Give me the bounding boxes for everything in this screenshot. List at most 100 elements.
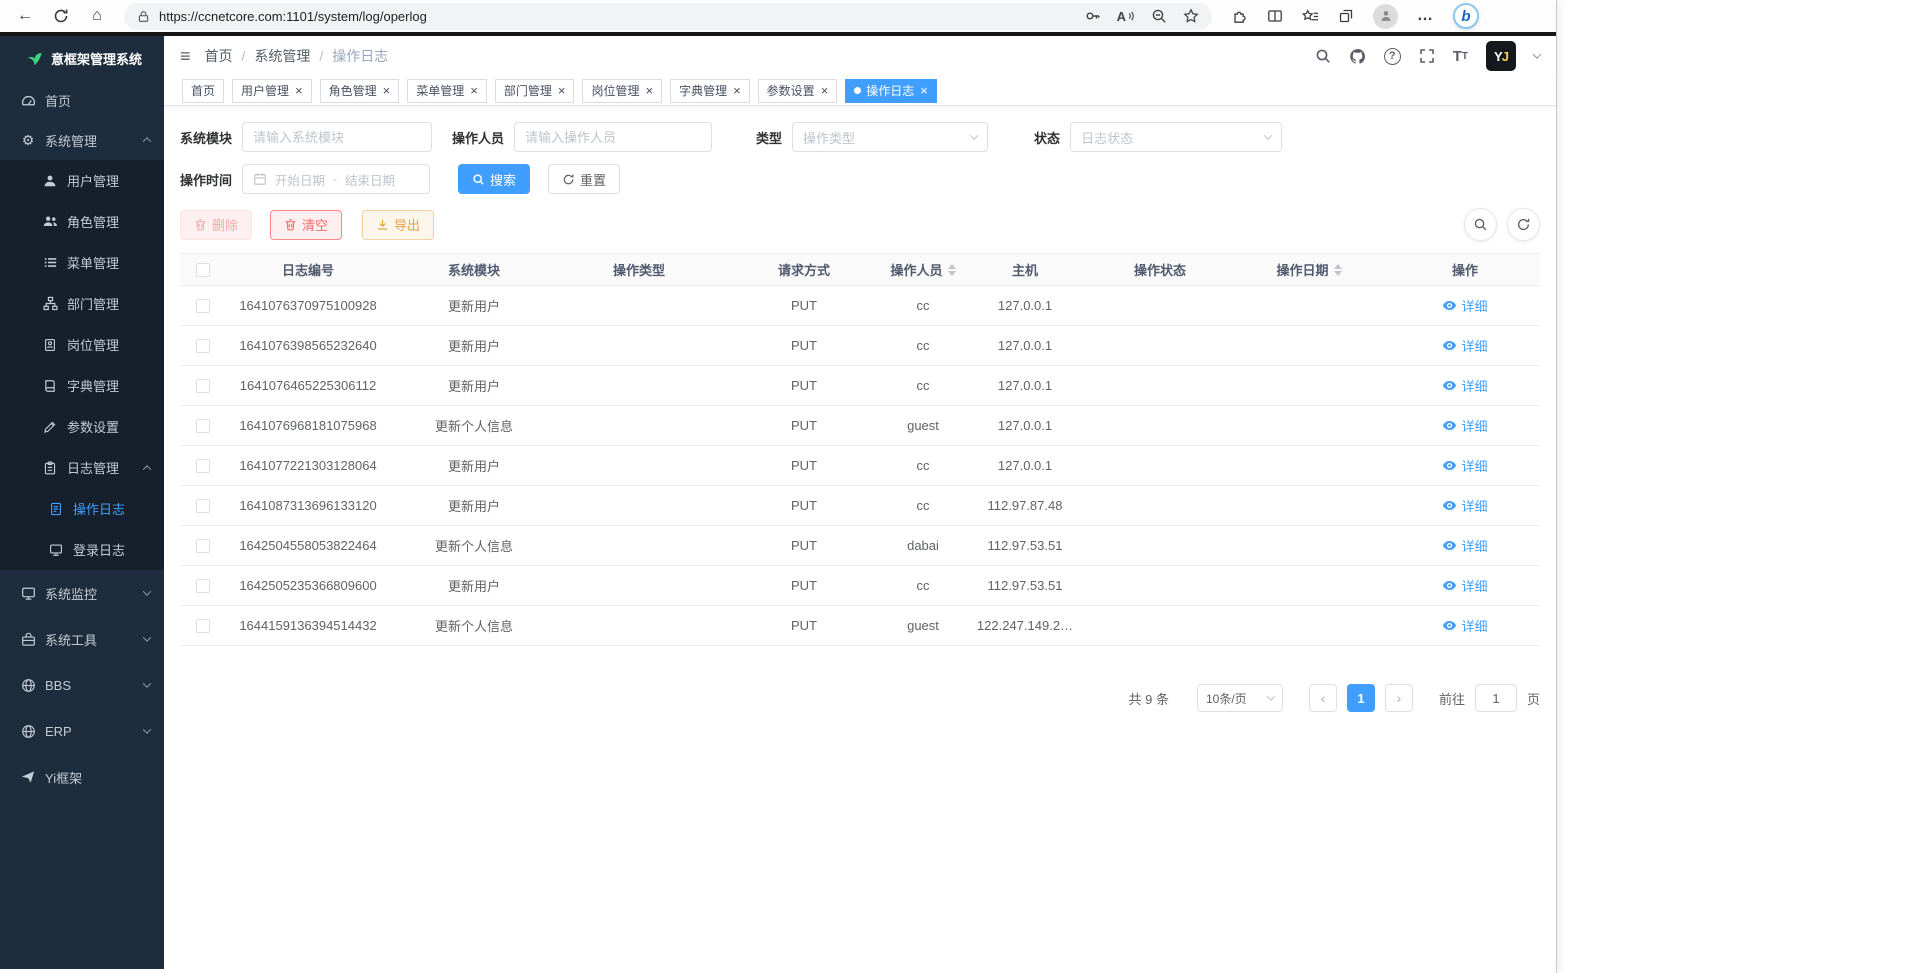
delete-button[interactable]: 删除 [180, 210, 252, 240]
next-page-button[interactable]: › [1385, 684, 1413, 712]
goto-page-input[interactable] [1475, 684, 1517, 712]
sidebar-item-user[interactable]: 用户管理 [0, 160, 164, 201]
tab[interactable]: 用户管理 × [232, 79, 312, 103]
detail-link[interactable]: 详细 [1442, 616, 1487, 635]
row-checkbox[interactable] [196, 539, 210, 553]
collections-icon[interactable] [1338, 8, 1354, 24]
tab[interactable]: 岗位管理 × [582, 79, 662, 103]
current-page[interactable]: 1 [1347, 684, 1375, 712]
home-button[interactable]: ⌂ [82, 1, 112, 31]
sidebar-item-operlog[interactable]: 操作日志 [0, 488, 164, 529]
page-size-select[interactable]: 10条/页 [1197, 684, 1283, 712]
detail-link[interactable]: 详细 [1442, 416, 1487, 435]
sidebar-item-erp[interactable]: ERP [0, 708, 164, 754]
row-checkbox[interactable] [196, 419, 210, 433]
tab[interactable]: 字典管理 × [670, 79, 750, 103]
tab[interactable]: 角色管理 × [320, 79, 400, 103]
sort-icons[interactable] [948, 264, 956, 276]
row-checkbox[interactable] [196, 459, 210, 473]
fullscreen-icon[interactable] [1419, 48, 1435, 64]
app-header: ≡ 首页 / 系统管理 / 操作日志 ? [164, 36, 1556, 76]
zoom-out-icon[interactable] [1151, 8, 1167, 24]
clear-button[interactable]: 清空 [270, 210, 342, 240]
profile-avatar[interactable] [1373, 4, 1398, 29]
row-checkbox[interactable] [196, 299, 210, 313]
detail-link[interactable]: 详细 [1442, 376, 1487, 395]
row-checkbox[interactable] [196, 619, 210, 633]
detail-link[interactable]: 详细 [1442, 296, 1487, 315]
sidebar-item-role[interactable]: 角色管理 [0, 201, 164, 242]
tab[interactable]: 操作日志 × [845, 79, 937, 103]
detail-link[interactable]: 详细 [1442, 336, 1487, 355]
sidebar-item-yi[interactable]: Yi框架 [0, 754, 164, 800]
sidebar-item-logmgr[interactable]: 日志管理 [0, 447, 164, 488]
sidebar-item-menu[interactable]: 菜单管理 [0, 242, 164, 283]
tab[interactable]: 首页 [182, 79, 224, 103]
row-checkbox[interactable] [196, 379, 210, 393]
split-screen-icon[interactable] [1267, 8, 1283, 24]
refresh-table-icon[interactable] [1507, 208, 1540, 241]
sidebar-item-loginlog[interactable]: 登录日志 [0, 529, 164, 570]
sidebar-item-post[interactable]: 岗位管理 [0, 324, 164, 365]
settings-more-icon[interactable]: … [1417, 7, 1434, 25]
close-icon[interactable]: × [920, 84, 928, 97]
help-icon[interactable]: ? [1384, 48, 1401, 65]
back-button[interactable]: ← [10, 1, 40, 31]
date-range-picker[interactable]: 开始日期 - 结束日期 [242, 164, 430, 194]
detail-link[interactable]: 详细 [1442, 496, 1487, 515]
sidebar-item-dict[interactable]: 字典管理 [0, 365, 164, 406]
tab[interactable]: 参数设置 × [758, 79, 838, 103]
sidebar-item-bbs[interactable]: BBS [0, 662, 164, 708]
detail-link[interactable]: 详细 [1442, 456, 1487, 475]
close-icon[interactable]: × [383, 84, 391, 97]
close-icon[interactable]: × [733, 84, 741, 97]
search-button[interactable]: 搜索 [458, 164, 530, 194]
detail-link[interactable]: 详细 [1442, 536, 1487, 555]
sort-icons[interactable] [1334, 264, 1342, 276]
extensions-icon[interactable] [1232, 8, 1248, 24]
breadcrumb-home[interactable]: 首页 [205, 46, 233, 66]
password-key-icon[interactable] [1085, 8, 1101, 24]
row-checkbox[interactable] [196, 579, 210, 593]
detail-link[interactable]: 详细 [1442, 576, 1487, 595]
address-bar[interactable]: https://ccnetcore.com:1101/system/log/op… [124, 3, 1212, 30]
row-checkbox[interactable] [196, 339, 210, 353]
status-select[interactable]: 日志状态 [1070, 122, 1282, 152]
user-avatar[interactable]: YJ [1486, 41, 1516, 71]
favorite-star-icon[interactable] [1183, 8, 1199, 24]
close-icon[interactable]: × [295, 84, 303, 97]
select-all-checkbox[interactable] [196, 263, 210, 277]
tab[interactable]: 部门管理 × [495, 79, 575, 103]
github-icon[interactable] [1349, 48, 1366, 65]
sidebar-item-dept[interactable]: 部门管理 [0, 283, 164, 324]
cell-method: PUT [720, 298, 888, 313]
avatar-caret-icon[interactable] [1534, 53, 1540, 59]
bing-copilot-icon[interactable]: b [1453, 3, 1479, 29]
row-checkbox[interactable] [196, 499, 210, 513]
operator-input[interactable] [514, 122, 712, 152]
toggle-search-icon[interactable] [1464, 208, 1497, 241]
close-icon[interactable]: × [821, 84, 829, 97]
module-input[interactable] [242, 122, 432, 152]
export-button[interactable]: 导出 [362, 210, 434, 240]
search-icon[interactable] [1315, 48, 1331, 64]
type-select[interactable]: 操作类型 [792, 122, 988, 152]
reload-button[interactable] [46, 1, 76, 31]
sidebar-item-monitor[interactable]: 系统监控 [0, 570, 164, 616]
tab[interactable]: 菜单管理 × [407, 79, 487, 103]
sidebar-item-home[interactable]: 首页 [0, 80, 164, 120]
sidebar-item-param[interactable]: 参数设置 [0, 406, 164, 447]
reset-button[interactable]: 重置 [548, 164, 620, 194]
breadcrumb-system[interactable]: 系统管理 [254, 46, 310, 66]
font-size-icon[interactable]: TT [1453, 48, 1468, 65]
sidebar-item-tools[interactable]: 系统工具 [0, 616, 164, 662]
read-aloud-icon[interactable]: A [1117, 9, 1135, 24]
favorites-icon[interactable] [1302, 9, 1319, 24]
close-icon[interactable]: × [558, 84, 566, 97]
close-icon[interactable]: × [470, 84, 478, 97]
sidebar-fold-icon[interactable]: ≡ [180, 46, 191, 67]
sidebar-item-system[interactable]: ⚙ 系统管理 [0, 120, 164, 160]
url-text[interactable]: https://ccnetcore.com:1101/system/log/op… [159, 9, 1085, 24]
close-icon[interactable]: × [645, 84, 653, 97]
prev-page-button[interactable]: ‹ [1309, 684, 1337, 712]
